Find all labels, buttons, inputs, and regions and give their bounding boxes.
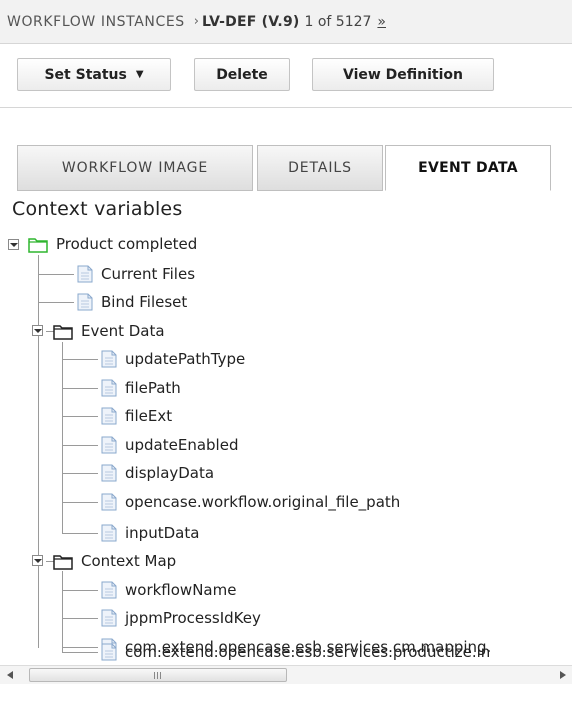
folder-open-icon bbox=[53, 554, 73, 570]
tree-node-workflow-name[interactable]: workflowName bbox=[101, 578, 236, 602]
set-status-label: Set Status bbox=[44, 66, 127, 83]
tree-node-label: opencase.workflow.original_file_path bbox=[125, 493, 401, 511]
action-toolbar: Set Status ▼ Delete View Definition bbox=[0, 44, 572, 108]
scroll-left-button[interactable] bbox=[0, 666, 19, 684]
document-icon bbox=[101, 379, 117, 397]
tree-connector bbox=[62, 618, 98, 619]
tree-node-update-enabled[interactable]: updateEnabled bbox=[101, 433, 238, 457]
folder-open-icon bbox=[28, 237, 48, 253]
document-icon bbox=[101, 609, 117, 627]
scroll-right-button[interactable] bbox=[553, 666, 572, 684]
collapse-event-data-toggle[interactable] bbox=[32, 325, 43, 336]
instance-position: 1 of 5127 bbox=[304, 13, 372, 30]
chevron-right-icon: › bbox=[193, 14, 199, 29]
folder-open-icon bbox=[53, 324, 73, 340]
tree-node-event-data[interactable]: Event Data bbox=[53, 319, 165, 343]
breadcrumb: WORKFLOW INSTANCES › LV-DEF (V.9) 1 of 5… bbox=[0, 0, 572, 44]
tree-node-jppm-process-id-key[interactable]: jppmProcessIdKey bbox=[101, 606, 261, 630]
tree-connector bbox=[62, 388, 98, 389]
delete-button[interactable]: Delete bbox=[194, 58, 290, 91]
tree-connector bbox=[62, 640, 63, 652]
tree-node-label: inputData bbox=[125, 524, 200, 542]
tree-node-label: Event Data bbox=[81, 322, 165, 340]
triangle-right-icon bbox=[559, 671, 566, 679]
document-icon bbox=[101, 493, 117, 511]
tree-node-update-path-type[interactable]: updatePathType bbox=[101, 347, 245, 371]
tree-node-label: workflowName bbox=[125, 581, 237, 599]
document-icon bbox=[101, 524, 117, 542]
tree-connector bbox=[62, 533, 98, 534]
scrollbar-thumb[interactable] bbox=[29, 668, 287, 682]
view-definition-button[interactable]: View Definition bbox=[312, 58, 494, 91]
tree-node-label: jppmProcessIdKey bbox=[125, 609, 261, 627]
tree-connector bbox=[38, 302, 74, 303]
tab-details[interactable]: DETAILS bbox=[257, 145, 383, 191]
document-icon bbox=[101, 581, 117, 599]
tree-node-productize[interactable]: com.extend.opencase.esb.services.product… bbox=[101, 640, 490, 664]
triangle-left-icon bbox=[6, 671, 13, 679]
tree-node-label: Current Files bbox=[101, 265, 196, 283]
collapse-root-toggle[interactable] bbox=[8, 239, 19, 250]
next-instance-link[interactable]: » bbox=[377, 14, 386, 30]
tree-connector bbox=[62, 445, 98, 446]
tree-connector bbox=[62, 590, 98, 591]
tree-node-label: displayData bbox=[125, 464, 215, 482]
tree-node-label: updatePathType bbox=[125, 350, 246, 368]
tree-connector bbox=[38, 255, 39, 648]
tree-connector bbox=[62, 416, 98, 417]
tree-node-label: Context Map bbox=[81, 552, 177, 570]
tree-connector bbox=[62, 652, 98, 653]
document-icon bbox=[77, 265, 93, 283]
section-title: Context variables bbox=[12, 198, 183, 220]
tree-node-product-completed[interactable]: Product completed bbox=[28, 232, 197, 256]
tree-node-label: com.extend.opencase.esb.services.product… bbox=[125, 643, 491, 661]
tree-node-label: fileExt bbox=[125, 407, 173, 425]
tree-connector bbox=[38, 274, 74, 275]
caret-down-icon: ▼ bbox=[135, 69, 144, 80]
document-icon bbox=[101, 643, 117, 661]
document-icon bbox=[101, 436, 117, 454]
breadcrumb-current: LV-DEF (V.9) bbox=[201, 13, 300, 30]
tree-node-label: Bind Fileset bbox=[101, 293, 188, 311]
tab-workflow-image[interactable]: WORKFLOW IMAGE bbox=[17, 145, 253, 191]
set-status-button[interactable]: Set Status ▼ bbox=[17, 58, 171, 91]
tree-connector bbox=[62, 359, 98, 360]
collapse-context-map-toggle[interactable] bbox=[32, 555, 43, 566]
tree-connector bbox=[62, 647, 98, 648]
tree-node-label: Product completed bbox=[56, 235, 198, 253]
tree-node-file-path[interactable]: filePath bbox=[101, 376, 181, 400]
tree-node-file-ext[interactable]: fileExt bbox=[101, 404, 172, 428]
tree-connector bbox=[62, 502, 98, 503]
tree-node-bind-fileset[interactable]: Bind Fileset bbox=[77, 290, 187, 314]
tree-node-current-files[interactable]: Current Files bbox=[77, 262, 195, 286]
tree-node-input-data[interactable]: inputData bbox=[101, 521, 199, 545]
tab-event-data[interactable]: EVENT DATA bbox=[385, 145, 551, 191]
tree-node-label: filePath bbox=[125, 379, 181, 397]
document-icon bbox=[101, 407, 117, 425]
tree-node-display-data[interactable]: displayData bbox=[101, 461, 214, 485]
grip-icon bbox=[154, 672, 162, 679]
horizontal-scrollbar[interactable] bbox=[0, 665, 572, 684]
document-icon bbox=[101, 350, 117, 368]
context-variables-tree: Product completed Current Files Bind Fil… bbox=[0, 228, 572, 658]
breadcrumb-root-link[interactable]: WORKFLOW INSTANCES bbox=[7, 14, 185, 30]
tree-node-original-file-path[interactable]: opencase.workflow.original_file_path bbox=[101, 490, 400, 514]
tree-node-label: updateEnabled bbox=[125, 436, 239, 454]
tree-connector bbox=[62, 571, 63, 648]
document-icon bbox=[101, 464, 117, 482]
tree-node-context-map[interactable]: Context Map bbox=[53, 549, 176, 573]
tree-connector bbox=[62, 342, 63, 534]
tree-connector bbox=[62, 473, 98, 474]
document-icon bbox=[77, 293, 93, 311]
